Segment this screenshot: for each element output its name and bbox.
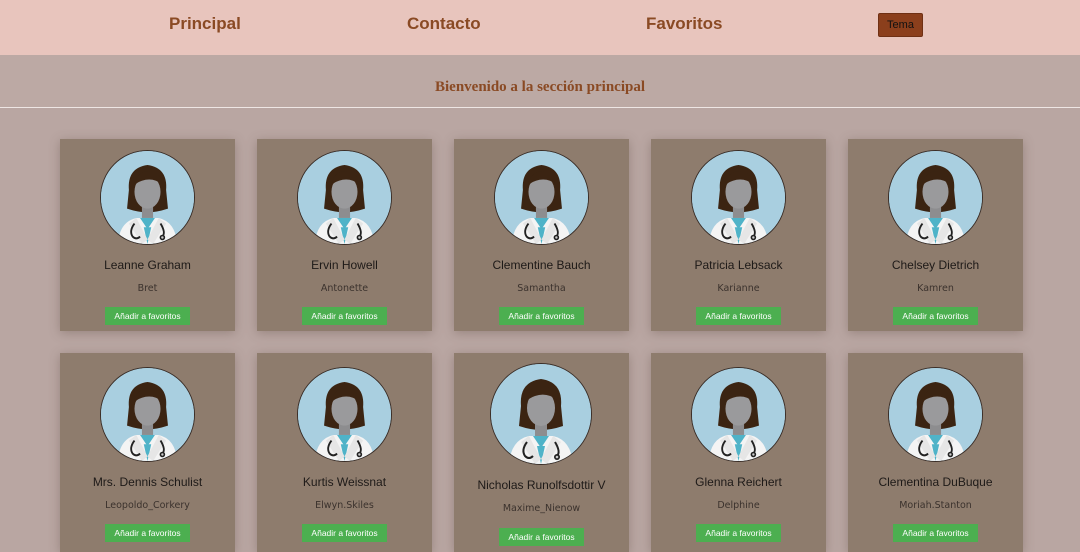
doctor-avatar-icon [297, 367, 392, 462]
add-favorite-button[interactable]: Añadir a favoritos [893, 524, 978, 542]
card-username: Bret [137, 283, 158, 294]
card-name: Kurtis Weissnat [302, 475, 387, 489]
doctor-avatar-icon [490, 363, 592, 465]
card-username: Karianne [717, 283, 760, 294]
add-favorite-button[interactable]: Añadir a favoritos [302, 307, 387, 325]
doctor-avatar-icon [888, 150, 983, 245]
doctor-avatar-icon [691, 367, 786, 462]
card-username: Antonette [320, 283, 369, 294]
doctor-avatar-icon [100, 150, 195, 245]
doctor-avatar-icon [888, 367, 983, 462]
card-name: Patricia Lebsack [694, 258, 783, 272]
add-favorite-button[interactable]: Añadir a favoritos [696, 524, 781, 542]
user-card: Mrs. Dennis Schulist Leopoldo_Corkery Añ… [60, 353, 235, 552]
add-favorite-button[interactable]: Añadir a favoritos [499, 307, 584, 325]
page-title: Bienvenido a la sección principal [434, 79, 645, 95]
card-name: Clementine Bauch [492, 258, 591, 272]
nav-link-favoritos[interactable]: Favoritos [646, 14, 723, 34]
add-favorite-button[interactable]: Añadir a favoritos [105, 307, 190, 325]
add-favorite-button[interactable]: Añadir a favoritos [302, 524, 387, 542]
user-card: Leanne Graham Bret Añadir a favoritos [60, 139, 235, 331]
theme-toggle-button[interactable]: Tema [878, 13, 923, 37]
card-name: Mrs. Dennis Schulist [92, 475, 203, 489]
doctor-avatar-icon [691, 150, 786, 245]
user-card: Nicholas Runolfsdottir V Maxime_Nienow A… [454, 353, 629, 552]
add-favorite-button[interactable]: Añadir a favoritos [105, 524, 190, 542]
card-name: Glenna Reichert [695, 475, 782, 489]
top-navbar: Principal Contacto Favoritos Tema [0, 0, 1080, 55]
doctor-avatar-icon [297, 150, 392, 245]
user-card: Ervin Howell Antonette Añadir a favorito… [257, 139, 432, 331]
card-username: Delphine [717, 500, 760, 511]
card-name: Nicholas Runolfsdottir V [477, 478, 606, 492]
card-name: Clementina DuBuque [878, 475, 993, 489]
add-favorite-button[interactable]: Añadir a favoritos [696, 307, 781, 325]
nav-link-contacto[interactable]: Contacto [407, 14, 481, 34]
user-card: Kurtis Weissnat Elwyn.Skiles Añadir a fa… [257, 353, 432, 552]
card-name: Leanne Graham [104, 258, 191, 272]
add-favorite-button[interactable]: Añadir a favoritos [499, 528, 584, 546]
user-card: Glenna Reichert Delphine Añadir a favori… [651, 353, 826, 552]
add-favorite-button[interactable]: Añadir a favoritos [893, 307, 978, 325]
card-username: Samantha [517, 283, 566, 294]
card-username: Kamren [917, 283, 954, 294]
user-card: Patricia Lebsack Karianne Añadir a favor… [651, 139, 826, 331]
welcome-section: Bienvenido a la sección principal [0, 55, 1080, 108]
user-card: Clementine Bauch Samantha Añadir a favor… [454, 139, 629, 331]
card-username: Leopoldo_Corkery [105, 500, 190, 511]
card-name: Chelsey Dietrich [891, 258, 980, 272]
card-username: Elwyn.Skiles [315, 500, 374, 511]
card-username: Moriah.Stanton [899, 500, 972, 511]
card-username: Maxime_Nienow [502, 503, 581, 514]
doctor-avatar-icon [494, 150, 589, 245]
card-name: Ervin Howell [311, 258, 378, 272]
user-card: Chelsey Dietrich Kamren Añadir a favorit… [848, 139, 1023, 331]
nav-link-principal[interactable]: Principal [169, 14, 241, 34]
user-card: Clementina DuBuque Moriah.Stanton Añadir… [848, 353, 1023, 552]
doctor-avatar-icon [100, 367, 195, 462]
